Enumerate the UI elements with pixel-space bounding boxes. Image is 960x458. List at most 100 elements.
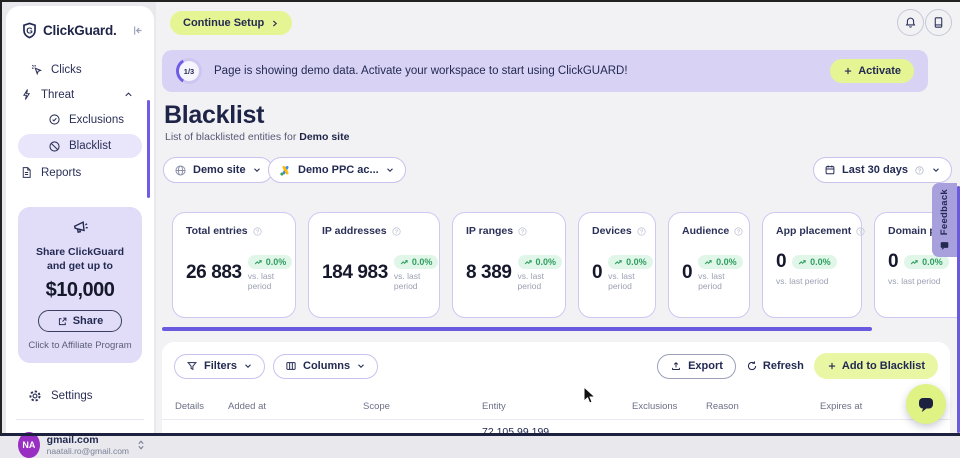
google-ads-icon: [279, 164, 292, 177]
banner-message: Page is showing demo data. Activate your…: [214, 65, 628, 77]
feedback-label: Feedback: [939, 189, 950, 235]
nav-label: Threat: [41, 89, 74, 101]
column-header-added-at[interactable]: Added at: [228, 401, 363, 412]
cell-scope: [363, 426, 482, 436]
page-title: Blacklist: [164, 101, 264, 130]
sidebar-item-settings[interactable]: Settings: [28, 389, 154, 403]
stat-value: 8 389: [466, 262, 512, 284]
stat-delta: 0.0%: [536, 257, 557, 267]
table-toolbar: Filters Columns Export Refresh: [162, 342, 950, 379]
avatar: NA: [18, 432, 40, 458]
columns-label: Columns: [303, 360, 350, 372]
shield-logo-icon: G: [21, 22, 38, 39]
sidebar-item-reports[interactable]: Reports: [6, 160, 154, 185]
report-document-icon: [20, 166, 33, 179]
stat-sub: vs. last period: [394, 271, 430, 291]
ppc-account-value: Demo PPC ac...: [298, 164, 379, 176]
info-icon: ?: [914, 165, 925, 176]
export-button[interactable]: Export: [657, 354, 736, 379]
horizontal-scrollbar[interactable]: [162, 327, 872, 331]
cell-entity: 72.105.99.199: [482, 426, 632, 436]
table-header-row: Details Added at Scope Entity Exclusions…: [162, 401, 950, 412]
threat-lightning-icon: [20, 88, 33, 101]
stat-delta: 0.0%: [412, 257, 433, 267]
info-icon[interactable]: ?: [391, 226, 402, 237]
click-cursor-icon: [30, 63, 43, 76]
trend-up-icon: [524, 258, 533, 267]
export-icon: [670, 360, 682, 372]
cell-added-at: [228, 426, 363, 436]
info-icon[interactable]: ?: [517, 226, 528, 237]
sidebar-item-exclusions[interactable]: Exclusions: [6, 107, 154, 132]
plus-icon: [827, 361, 837, 371]
trend-up-icon: [704, 258, 713, 267]
add-to-blacklist-button[interactable]: Add to Blacklist: [814, 353, 938, 379]
feedback-tab[interactable]: Feedback: [932, 183, 957, 257]
columns-icon: [285, 360, 297, 372]
refresh-icon: [746, 360, 758, 372]
column-header-reason[interactable]: Reason: [706, 401, 820, 412]
collapse-sidebar-icon[interactable]: [131, 24, 144, 37]
settings-label: Settings: [51, 390, 93, 402]
stat-delta: 0.0%: [716, 257, 737, 267]
chevron-updown-icon: [136, 439, 146, 451]
sidebar-item-blacklist[interactable]: Blacklist: [18, 134, 142, 158]
docs-button[interactable]: [925, 9, 952, 36]
trend-up-icon: [254, 258, 263, 267]
date-range-selector[interactable]: Last 30 days ?: [813, 157, 952, 183]
chat-widget-button[interactable]: [906, 384, 946, 424]
info-icon[interactable]: ?: [636, 226, 647, 237]
affiliate-promo-card: Share ClickGuard and get up to $10,000 S…: [18, 207, 142, 363]
column-header-scope[interactable]: Scope: [363, 401, 482, 412]
refresh-button[interactable]: Refresh: [736, 354, 814, 379]
cell-reason: [706, 426, 820, 436]
external-link-icon: [57, 316, 68, 327]
activate-label: Activate: [858, 65, 901, 77]
stat-delta: 0.0%: [810, 257, 831, 267]
column-header-entity[interactable]: Entity: [482, 401, 632, 412]
filters-label: Filters: [204, 360, 237, 372]
stat-card-ip-addresses: IP addresses ? 184 983 0.0% vs. last per…: [308, 212, 440, 318]
nav-label: Clicks: [51, 64, 82, 76]
notifications-button[interactable]: [897, 9, 924, 36]
stat-sub: vs. last period: [608, 271, 644, 291]
continue-setup-label: Continue Setup: [183, 17, 264, 29]
demo-data-banner: 1/3 Page is showing demo data. Activate …: [162, 50, 928, 92]
stat-value: 0: [888, 251, 898, 273]
ppc-account-selector[interactable]: Demo PPC ac...: [268, 157, 406, 183]
account-switcher[interactable]: NA gmail.com naatali.ro@gmail.com: [18, 432, 146, 458]
stat-value: 0: [592, 262, 602, 284]
chevron-down-icon: [252, 165, 262, 175]
stat-card-total-entries: Total entries ? 26 883 0.0% vs. last per…: [172, 212, 296, 318]
cell-expires-at: [820, 426, 950, 436]
column-header-details[interactable]: Details: [175, 401, 228, 412]
columns-button[interactable]: Columns: [273, 354, 378, 379]
column-header-exclusions[interactable]: Exclusions: [632, 401, 706, 412]
stat-label: IP addresses: [322, 225, 387, 237]
plus-icon: [843, 66, 853, 76]
stat-card-audience: Audience ? 0 0.0% vs. last period: [668, 212, 750, 318]
info-icon[interactable]: ?: [855, 226, 866, 237]
affiliate-link[interactable]: Click to Affiliate Program: [26, 340, 134, 351]
setup-progress-ring: 1/3: [176, 58, 202, 84]
sidebar-item-threat[interactable]: Threat: [6, 82, 154, 107]
share-button[interactable]: Share: [38, 310, 123, 332]
filters-button[interactable]: Filters: [174, 354, 265, 379]
page-subtitle-target: Demo site: [299, 131, 349, 143]
info-icon[interactable]: ?: [733, 226, 744, 237]
nav-label: Reports: [41, 167, 81, 179]
sidebar-scrollbar[interactable]: [147, 100, 150, 198]
site-selector[interactable]: Demo site: [163, 157, 273, 183]
sidebar-item-clicks[interactable]: Clicks: [6, 57, 154, 82]
progress-step: 1/3: [179, 61, 199, 81]
info-icon[interactable]: ?: [252, 226, 263, 237]
stat-label: Total entries: [186, 225, 248, 237]
chat-bubble-icon: [916, 394, 936, 414]
continue-setup-button[interactable]: Continue Setup: [170, 11, 292, 35]
activate-button[interactable]: Activate: [830, 59, 914, 83]
site-selector-value: Demo site: [193, 164, 246, 176]
logo-text: ClickGuard.: [43, 23, 117, 38]
table-row[interactable]: 72.105.99.199: [162, 420, 950, 436]
stat-label: Audience: [682, 225, 729, 237]
cell-exclusions: [632, 426, 706, 436]
